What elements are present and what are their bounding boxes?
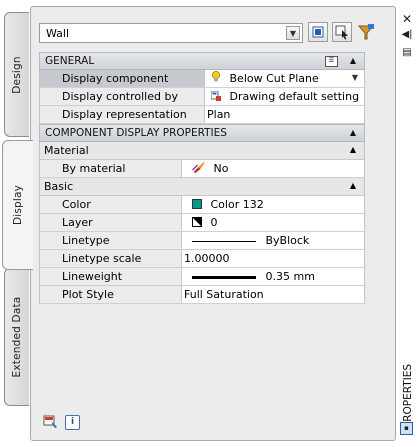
palette-menu-icon[interactable]: ▤ <box>400 46 414 60</box>
properties-palette: Design Display Extended Data Wall ▼ GENE… <box>0 0 419 447</box>
property-label: Plot Style <box>40 286 182 304</box>
component-display-section-header[interactable]: COMPONENT DISPLAY PROPERTIES ▲ <box>39 124 365 142</box>
property-value-cell: ByBlock <box>182 232 364 250</box>
palette-title-text: PROPERTIES <box>402 363 414 429</box>
toggle-pickadd-icon <box>312 26 324 38</box>
property-value: 0 <box>210 216 218 229</box>
property-label: Linetype scale <box>40 250 182 268</box>
properties-panel: Wall ▼ GENERAL ☰ ▲ Display component Bel… <box>30 6 396 441</box>
close-icon[interactable]: ✕ <box>400 12 414 26</box>
property-row-plot-style[interactable]: Plot Style Full Saturation <box>39 286 365 304</box>
property-value-cell: 0 <box>182 214 364 232</box>
tab-design[interactable]: Design <box>4 12 29 137</box>
property-label: By material <box>40 160 182 178</box>
select-objects-button[interactable] <box>332 22 352 42</box>
layer-icon <box>192 217 202 227</box>
property-label: Lineweight <box>40 268 182 286</box>
property-value: No <box>213 162 229 175</box>
property-value-cell: Color 132 <box>182 196 364 214</box>
tab-extended-data[interactable]: Extended Data <box>4 268 29 406</box>
property-label: Color <box>40 196 182 214</box>
chevron-down-icon[interactable]: ▼ <box>348 71 362 85</box>
info-icon[interactable]: i <box>65 415 80 430</box>
property-row-layer[interactable]: Layer 0 <box>39 214 365 232</box>
property-label: Display representation <box>40 106 205 124</box>
quick-properties-icon[interactable]: ☰ <box>325 56 338 67</box>
property-grid: GENERAL ☰ ▲ Display component Below Cut … <box>39 52 365 304</box>
collapse-icon[interactable]: ▲ <box>350 145 356 154</box>
object-type-value: Wall <box>46 27 70 40</box>
property-row-color[interactable]: Color Color 132 <box>39 196 365 214</box>
property-row-display-component[interactable]: Display component Below Cut Plane ▼ <box>39 70 365 88</box>
section-title: COMPONENT DISPLAY PROPERTIES <box>45 127 227 139</box>
quick-select-button[interactable] <box>356 22 376 42</box>
property-value-cell: Below Cut Plane ▼ <box>205 70 364 88</box>
material-brush-icon <box>192 162 205 173</box>
property-label: Layer <box>40 214 182 232</box>
property-value-cell: No <box>182 160 364 178</box>
object-type-select[interactable]: Wall ▼ <box>39 23 303 43</box>
tab-extended-data-label: Extended Data <box>11 296 23 378</box>
chevron-down-icon[interactable]: ▼ <box>286 26 300 40</box>
property-value: Drawing default setting <box>229 90 360 103</box>
collapse-icon[interactable]: ▲ <box>350 181 356 190</box>
collapse-icon[interactable]: ▲ <box>350 56 356 65</box>
basic-subsection-header[interactable]: Basic ▲ <box>39 178 365 196</box>
property-label: Display controlled by <box>40 88 205 106</box>
property-value-cell: Drawing default setting <box>205 88 364 106</box>
select-objects-icon <box>335 25 348 40</box>
property-row-linetype-scale[interactable]: Linetype scale 1.00000 <box>39 250 365 268</box>
property-value: Below Cut Plane <box>229 72 319 85</box>
material-subsection-header[interactable]: Material ▲ <box>39 142 365 160</box>
tab-display-label: Display <box>12 184 24 226</box>
lineweight-preview <box>192 275 256 279</box>
subsection-title: Material <box>44 144 89 157</box>
edit-style-icon[interactable] <box>43 415 59 429</box>
property-row-linetype[interactable]: Linetype ByBlock <box>39 232 365 250</box>
section-title: GENERAL <box>45 55 95 67</box>
palette-icon[interactable]: ▪ <box>400 422 413 435</box>
property-row-lineweight[interactable]: Lineweight 0.35 mm <box>39 268 365 286</box>
collapse-icon[interactable]: ▲ <box>350 128 356 137</box>
property-value-cell: 0.35 mm <box>182 268 364 286</box>
property-value: Color 132 <box>210 198 264 211</box>
property-value: 1.00000 <box>182 250 364 268</box>
auto-hide-icon[interactable]: ◀| <box>400 28 414 42</box>
lightbulb-icon <box>212 71 220 82</box>
property-label: Display component <box>40 70 205 88</box>
color-swatch <box>192 199 202 209</box>
property-row-display-controlled-by[interactable]: Display controlled by Drawing default se… <box>39 88 365 106</box>
property-value: Full Saturation <box>182 286 364 304</box>
general-section-header[interactable]: GENERAL ☰ ▲ <box>39 52 365 70</box>
property-row-display-representation[interactable]: Display representation Plan <box>39 106 365 124</box>
tab-design-label: Design <box>11 55 23 94</box>
drawing-default-icon <box>211 91 221 101</box>
property-label: Linetype <box>40 232 182 250</box>
property-value: Plan <box>205 106 364 124</box>
palette-title-bar: ✕ ◀| ▤ PROPERTIES ▪ <box>398 6 419 441</box>
funnel-icon <box>357 24 375 40</box>
property-value: 0.35 mm <box>265 270 315 283</box>
toggle-pickadd-button[interactable] <box>308 22 328 42</box>
property-row-by-material[interactable]: By material No <box>39 160 365 178</box>
subsection-title: Basic <box>44 180 74 193</box>
tab-display[interactable]: Display <box>2 140 33 270</box>
property-value: ByBlock <box>265 234 310 247</box>
linetype-preview <box>192 240 256 242</box>
